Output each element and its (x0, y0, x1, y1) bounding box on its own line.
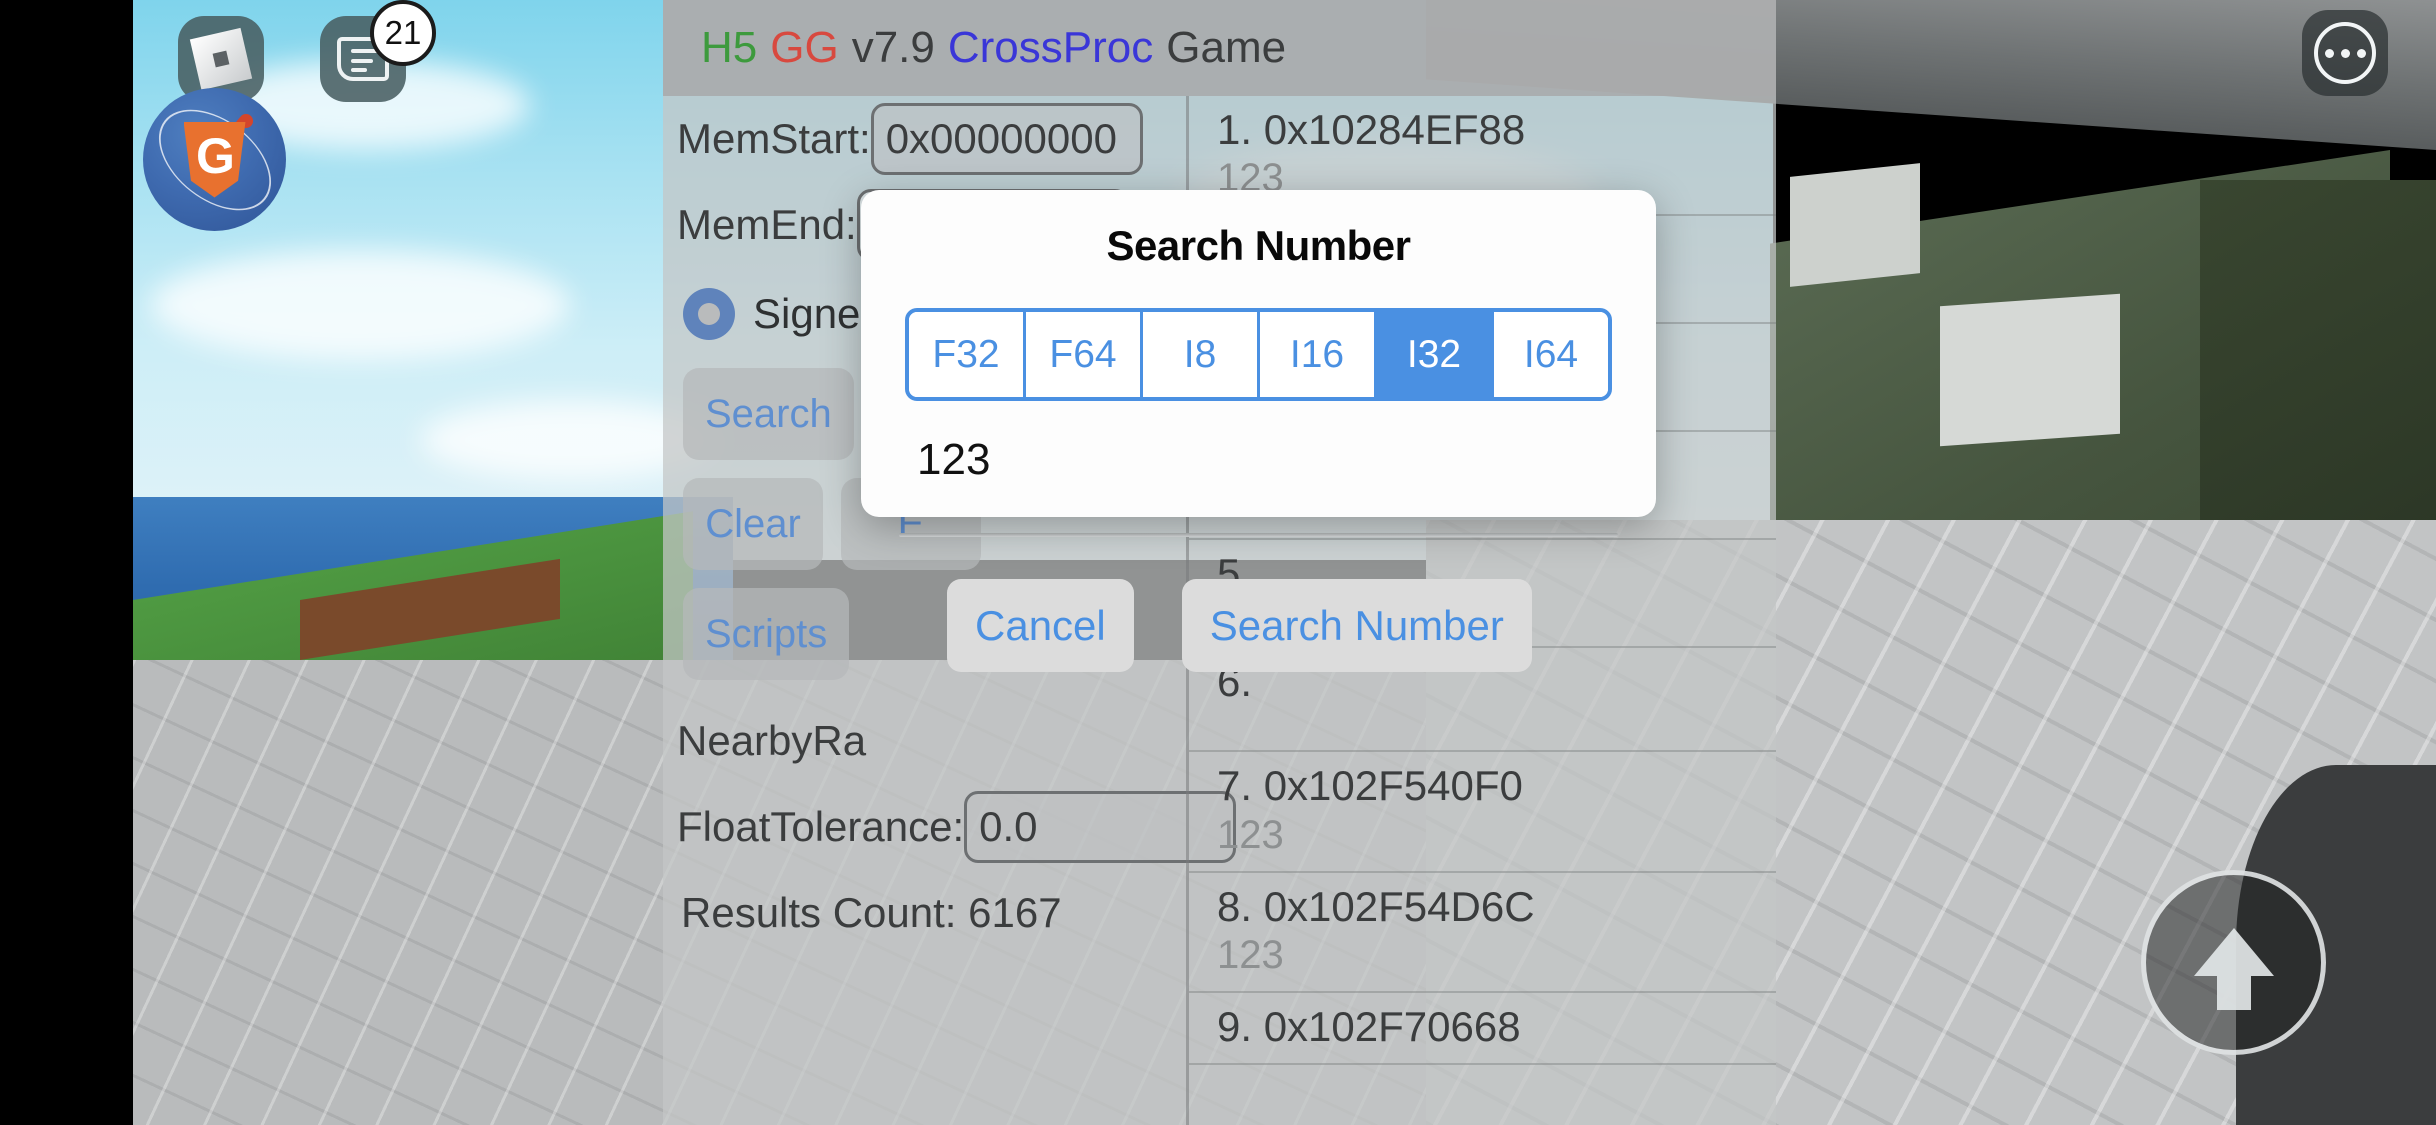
jump-button[interactable] (2141, 870, 2326, 1055)
search-button[interactable]: Search (683, 368, 854, 460)
screen-root: 21 G H5 GG v7.9 CrossProc Game MemStart:… (0, 0, 2436, 1125)
scripts-button[interactable]: Scripts (683, 588, 850, 680)
table-row[interactable]: 7. 0x102F540F0 123 (1189, 752, 1776, 873)
result-address: 9. 0x102F70668 (1217, 1002, 1521, 1050)
results-count-row: Results Count: 6167 (677, 870, 1186, 956)
table-row[interactable]: 9. 0x102F70668 (1189, 993, 1776, 1066)
search-number-confirm-button[interactable]: Search Number (1181, 579, 1532, 672)
memend-label: MemEnd: (677, 201, 857, 248)
type-option-i64[interactable]: I64 (1494, 312, 1608, 397)
nearby-row: NearbyRa (677, 698, 1186, 784)
table-row[interactable]: 8. 0x102F54D6C 123 (1189, 873, 1776, 993)
search-value-field[interactable]: 123 (899, 435, 1618, 537)
header-h5: H5 (701, 23, 758, 72)
result-value: 123 (1217, 932, 1284, 977)
result-value: 123 (1217, 812, 1284, 857)
float-tolerance-label: FloatTolerance: (677, 803, 965, 850)
memstart-row: MemStart: 0x00000000 (677, 96, 1186, 182)
header-gg: GG (770, 23, 839, 72)
memstart-input[interactable]: 0x00000000 (870, 103, 1143, 175)
results-count-label: Results Count: 6167 (681, 889, 1062, 936)
radio-checked-icon (683, 288, 735, 340)
more-options-icon[interactable] (2302, 10, 2388, 96)
type-option-f32[interactable]: F32 (909, 312, 1026, 397)
type-option-i32[interactable]: I32 (1377, 312, 1494, 397)
vehicle-white-panel (1940, 293, 2120, 447)
float-tolerance-row: FloatTolerance: 0.0 (677, 784, 1237, 870)
result-address: 8. 0x102F54D6C (1217, 882, 1535, 930)
memstart-label: MemStart: (677, 115, 871, 162)
jump-arrow-icon (2193, 927, 2274, 1010)
search-value-input[interactable]: 123 (899, 435, 1618, 495)
result-address: 1. 0x10284EF88 (1217, 106, 1526, 153)
letterbox-left (0, 0, 133, 1125)
panel-header: H5 GG v7.9 CrossProc Game (663, 0, 1776, 96)
dialog-title: Search Number (1106, 222, 1411, 269)
search-number-dialog: Search Number F32 F64 I8 I16 I32 I64 123… (861, 190, 1656, 672)
dialog-actions: Cancel Search Number (861, 537, 1656, 672)
vehicle-white-panel (1790, 163, 1920, 287)
chat-unread-badge: 21 (370, 0, 436, 66)
header-crossproc: CrossProc (947, 23, 1154, 72)
result-address: 7. 0x102F540F0 (1217, 762, 1523, 810)
type-option-f64[interactable]: F64 (1026, 312, 1143, 397)
cancel-button[interactable]: Cancel (947, 579, 1134, 672)
ellipsis-glyph (2314, 22, 2376, 84)
type-option-i8[interactable]: I8 (1143, 312, 1260, 397)
input-underline (899, 533, 1618, 537)
gameguardian-launcher-icon[interactable]: G (143, 88, 286, 231)
military-vehicle-panel (2200, 180, 2436, 540)
type-option-i16[interactable]: I16 (1260, 312, 1377, 397)
header-game: Game (1166, 23, 1287, 72)
cloud (150, 250, 570, 360)
roblox-logo-shape (189, 27, 253, 91)
value-type-segmented-control[interactable]: F32 F64 I8 I16 I32 I64 (905, 308, 1612, 401)
clear-button[interactable]: Clear (683, 478, 823, 570)
nearby-label: NearbyRa (677, 717, 867, 764)
header-version: v7.9 (851, 23, 935, 72)
